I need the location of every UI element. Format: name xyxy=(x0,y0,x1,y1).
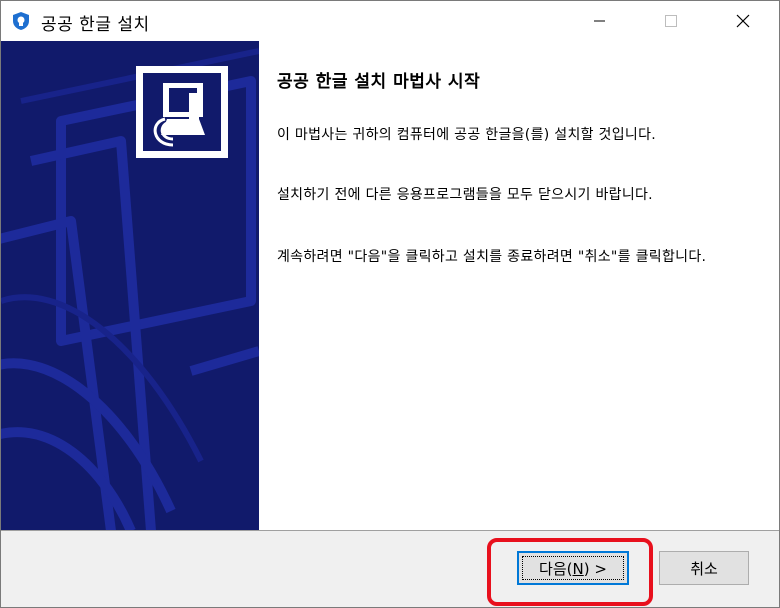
focus-rectangle xyxy=(522,556,624,580)
cancel-button[interactable]: 취소 xyxy=(659,551,749,585)
close-button[interactable] xyxy=(720,1,766,41)
close-icon xyxy=(736,14,750,28)
continue-instruction-paragraph: 계속하려면 "다음"을 클릭하고 설치를 종료하려면 "취소"를 클릭합니다. xyxy=(277,249,707,265)
computer-install-icon xyxy=(153,83,205,147)
title-bar: 공공 한글 설치 xyxy=(1,1,779,41)
app-shield-icon xyxy=(13,12,29,30)
wizard-content: 공공 한글 설치 마법사 시작 이 마법사는 귀하의 컴퓨터에 공공 한글을(를… xyxy=(259,41,779,531)
installer-logo xyxy=(136,66,228,158)
window-title: 공공 한글 설치 xyxy=(41,15,150,35)
wizard-sidebar-banner xyxy=(1,41,259,531)
maximize-icon xyxy=(665,15,677,27)
minimize-icon xyxy=(594,20,605,22)
close-apps-paragraph: 설치하기 전에 다른 응용프로그램들을 모두 닫으시기 바랍니다. xyxy=(277,187,653,203)
wizard-heading: 공공 한글 설치 마법사 시작 xyxy=(277,72,481,92)
maximize-button[interactable] xyxy=(648,1,694,41)
intro-paragraph: 이 마법사는 귀하의 컴퓨터에 공공 한글을(를) 설치할 것입니다. xyxy=(277,127,657,143)
next-button[interactable]: 다음(N) > xyxy=(517,551,629,585)
minimize-button[interactable] xyxy=(576,1,622,41)
installer-window: 공공 한글 설치 공공 한글 설치 마법사 시작 이 마법사는 귀하의 컴퓨터에… xyxy=(0,0,780,608)
